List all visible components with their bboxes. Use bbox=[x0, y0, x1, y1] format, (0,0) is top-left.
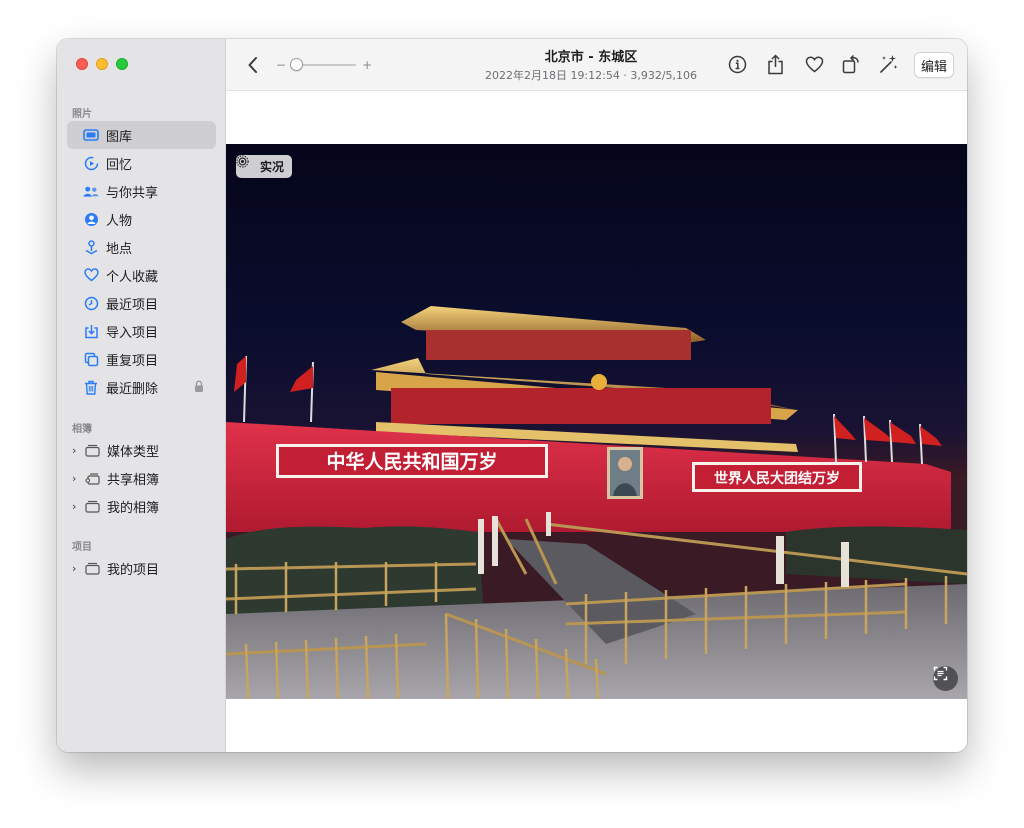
sidebar: 照片 图库 回忆 与你共享 人物 地点 个人收藏 最近项目 导入项目 重复项目 … bbox=[57, 39, 226, 752]
zoom-slider-knob[interactable] bbox=[290, 58, 304, 71]
sidebar-item-memories[interactable]: 回忆 bbox=[67, 149, 216, 177]
window-controls bbox=[76, 58, 128, 70]
section-label-projects: 项目 bbox=[72, 542, 92, 553]
sidebar-item-places[interactable]: 地点 bbox=[67, 233, 216, 261]
sidebar-group-my-projects[interactable]: › 我的项目 bbox=[67, 554, 216, 582]
edit-button[interactable]: 编辑 bbox=[914, 52, 954, 78]
favorite-button[interactable] bbox=[803, 53, 825, 75]
info-button[interactable] bbox=[726, 53, 748, 75]
places-icon bbox=[83, 239, 99, 255]
sidebar-group-shared-albums[interactable]: › 共享相簿 bbox=[67, 464, 216, 492]
zoom-slider[interactable]: − + bbox=[276, 58, 372, 72]
sidebar-item-label: 个人收藏 bbox=[106, 269, 159, 285]
photo-title-block: 北京市 - 东城区 2022年2月18日 19:12:54 · 3,932/5,… bbox=[446, 46, 736, 83]
sidebar-group-my-albums[interactable]: › 我的相簿 bbox=[67, 492, 216, 520]
sidebar-item-label: 重复项目 bbox=[106, 353, 159, 369]
folder-icon bbox=[84, 561, 100, 575]
sidebar-item-library[interactable]: 图库 bbox=[67, 121, 216, 149]
sidebar-item-label: 导入项目 bbox=[106, 325, 159, 341]
close-button[interactable] bbox=[76, 58, 88, 70]
shared-folder-icon bbox=[84, 471, 100, 485]
memories-icon bbox=[83, 155, 99, 171]
people-icon bbox=[83, 211, 99, 227]
library-icon bbox=[83, 127, 99, 143]
sidebar-item-favorites[interactable]: 个人收藏 bbox=[67, 261, 216, 289]
tiananmen-photo-illustration: 中华人民共和国万岁 世界人民大团结万岁 bbox=[226, 306, 967, 699]
chevron-right-icon[interactable]: › bbox=[72, 444, 82, 457]
folder-icon bbox=[84, 443, 100, 457]
toolbar: − + 北京市 - 东城区 2022年2月18日 19:12:54 · 3,93… bbox=[226, 39, 967, 91]
chevron-right-icon[interactable]: › bbox=[72, 472, 82, 485]
photo-viewer: 中华人民共和国万岁 世界人民大团结万岁 实况 bbox=[226, 91, 967, 752]
sidebar-item-label: 我的相簿 bbox=[107, 500, 160, 516]
sidebar-item-label: 地点 bbox=[106, 241, 133, 257]
sidebar-item-label: 图库 bbox=[106, 129, 133, 145]
zoom-out-icon[interactable]: − bbox=[276, 58, 286, 72]
sidebar-item-people[interactable]: 人物 bbox=[67, 205, 216, 233]
photo-image[interactable]: 中华人民共和国万岁 世界人民大团结万岁 实况 bbox=[226, 144, 967, 699]
sidebar-item-label: 最近项目 bbox=[106, 297, 159, 313]
sidebar-item-label: 我的项目 bbox=[107, 562, 160, 578]
section-label-albums: 相簿 bbox=[72, 424, 92, 435]
lock-icon bbox=[194, 380, 204, 393]
chevron-right-icon[interactable]: › bbox=[72, 562, 82, 575]
sidebar-item-label: 共享相簿 bbox=[107, 472, 160, 488]
sidebar-item-label: 与你共享 bbox=[106, 185, 159, 201]
rotate-button[interactable] bbox=[840, 53, 862, 75]
live-photo-label: 实况 bbox=[260, 160, 285, 174]
photo-date-count: 2022年2月18日 19:12:54 · 3,932/5,106 bbox=[484, 69, 698, 82]
chevron-right-icon[interactable]: › bbox=[72, 500, 82, 513]
sidebar-item-label: 最近删除 bbox=[106, 381, 159, 397]
share-button[interactable] bbox=[764, 53, 786, 75]
duplicates-icon bbox=[83, 351, 99, 367]
clock-icon bbox=[83, 295, 99, 311]
sidebar-item-shared-with-you[interactable]: 与你共享 bbox=[67, 177, 216, 205]
live-text-button[interactable] bbox=[933, 666, 958, 691]
sidebar-item-label: 人物 bbox=[106, 213, 133, 229]
shared-with-you-icon bbox=[83, 183, 99, 199]
photos-window: 照片 图库 回忆 与你共享 人物 地点 个人收藏 最近项目 导入项目 重复项目 … bbox=[57, 39, 967, 752]
zoom-in-icon[interactable]: + bbox=[362, 58, 372, 72]
zoom-slider-track[interactable] bbox=[290, 58, 357, 71]
trash-icon bbox=[83, 379, 99, 395]
sidebar-item-duplicates[interactable]: 重复项目 bbox=[67, 345, 216, 373]
banner-left-text: 中华人民共和国万岁 bbox=[326, 450, 497, 473]
section-label-photos: 照片 bbox=[72, 109, 92, 120]
zoom-window-button[interactable] bbox=[116, 58, 128, 70]
live-photo-badge[interactable]: 实况 bbox=[236, 155, 293, 178]
sidebar-item-recently-deleted[interactable]: 最近删除 bbox=[67, 373, 216, 401]
import-icon bbox=[83, 323, 99, 339]
sidebar-group-media-types[interactable]: › 媒体类型 bbox=[67, 436, 216, 464]
sidebar-item-label: 媒体类型 bbox=[107, 444, 160, 460]
live-text-icon bbox=[933, 666, 948, 681]
sidebar-item-imports[interactable]: 导入项目 bbox=[67, 317, 216, 345]
photo-location-title: 北京市 - 东城区 bbox=[544, 50, 638, 65]
sidebar-item-recents[interactable]: 最近项目 bbox=[67, 289, 216, 317]
minimize-button[interactable] bbox=[96, 58, 108, 70]
banner-right-text: 世界人民大团结万岁 bbox=[714, 470, 840, 487]
heart-icon bbox=[83, 267, 99, 283]
sidebar-item-label: 回忆 bbox=[106, 157, 133, 173]
folder-icon bbox=[84, 499, 100, 513]
auto-enhance-button[interactable] bbox=[877, 53, 899, 75]
live-photo-icon bbox=[236, 155, 255, 173]
back-button[interactable] bbox=[246, 55, 260, 75]
